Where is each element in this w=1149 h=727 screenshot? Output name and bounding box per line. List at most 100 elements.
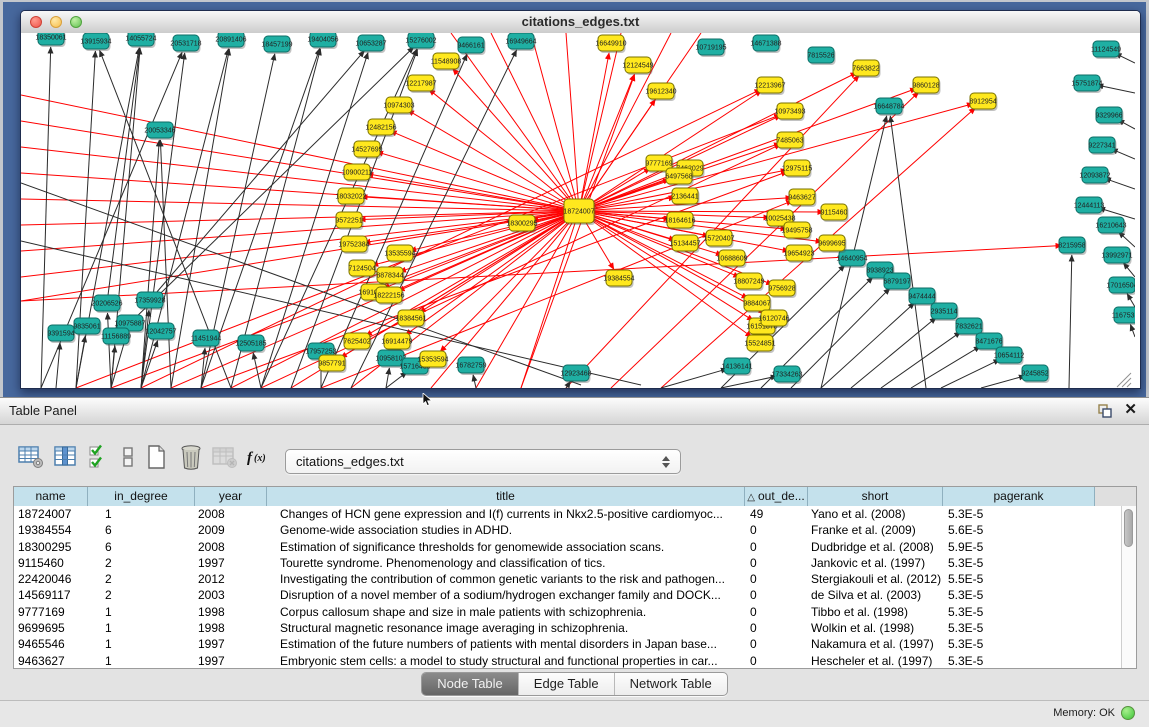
table-selector-dropdown[interactable]: citations_edges.txt (285, 449, 681, 474)
graph-node[interactable]: 19654923 (783, 245, 814, 263)
graph-node[interactable]: 14136141 (721, 358, 752, 376)
graph-node[interactable]: 18164616 (664, 212, 695, 230)
close-panel-icon[interactable]: ✕ (1124, 401, 1137, 419)
graph-node[interactable]: 10653287 (355, 35, 386, 53)
graph-node[interactable]: 16914479 (381, 333, 412, 351)
scrollbar-thumb[interactable] (1124, 509, 1133, 547)
graph-node[interactable]: 12213967 (754, 77, 785, 95)
graph-node[interactable]: 12042757 (145, 323, 176, 341)
graph-node[interactable]: 17016504 (1106, 277, 1135, 295)
column-header-title[interactable]: title (267, 487, 745, 506)
show-columns-button[interactable] (50, 444, 80, 472)
graph-node[interactable]: 17334263 (771, 366, 802, 384)
graph-node[interactable]: 2935114 (931, 303, 959, 321)
graph-node[interactable]: 12093872 (1079, 167, 1110, 185)
graph-node[interactable]: 16120746 (758, 310, 789, 328)
graph-node[interactable]: 16649910 (595, 35, 626, 53)
graph-node[interactable]: 13915934 (80, 33, 111, 51)
graph-node[interactable]: 11675313 (1112, 307, 1135, 325)
graph-node[interactable]: 8878344 (376, 267, 404, 285)
graph-node[interactable]: 10654112 (994, 347, 1025, 365)
graph-node[interactable]: 14527699 (351, 141, 382, 159)
select-columns-button[interactable] (84, 444, 114, 472)
graph-node[interactable]: 15276002 (405, 33, 436, 50)
graph-node[interactable]: 16648784 (873, 98, 904, 116)
graph-node[interactable]: 16210643 (1095, 217, 1126, 235)
graph-node[interactable]: 8215958 (1058, 237, 1086, 255)
graph-node[interactable]: 18032022 (335, 188, 366, 206)
graph-node[interactable]: 14671388 (750, 35, 781, 53)
graph-node[interactable]: 7124504 (348, 260, 376, 278)
memory-status-icon[interactable] (1121, 706, 1135, 720)
table-row[interactable]: 2242004622012Investigating the contribut… (14, 571, 1121, 587)
tab-network-table[interactable]: Network Table (614, 673, 727, 695)
graph-node[interactable]: 18350061 (35, 33, 66, 47)
tab-edge-table[interactable]: Edge Table (518, 673, 614, 695)
graph-node[interactable]: 18300295 (506, 215, 537, 233)
graph-node[interactable]: 8912954 (969, 93, 997, 111)
graph-node[interactable]: 13535594 (384, 245, 415, 263)
table-row[interactable]: 977716911998Corpus callosum shape and si… (14, 604, 1121, 620)
graph-node[interactable]: 19612340 (645, 83, 676, 101)
graph-node[interactable]: 20891406 (215, 33, 246, 49)
graph-node[interactable]: 7485063 (776, 132, 804, 150)
graph-node[interactable]: 16782759 (455, 357, 486, 375)
function-builder-button[interactable]: f(x) (244, 444, 274, 472)
graph-node[interactable]: 11548908 (431, 53, 462, 71)
graph-node[interactable]: 15353594 (417, 351, 448, 369)
graph-node[interactable]: 19384554 (603, 270, 634, 288)
graph-node[interactable]: 18457199 (261, 36, 292, 54)
graph-node[interactable]: 20206526 (91, 295, 122, 313)
tab-node-table[interactable]: Node Table (422, 673, 518, 695)
graph-node[interactable]: 11451944 (191, 330, 222, 348)
column-header-pagerank[interactable]: pagerank (943, 487, 1095, 506)
graph-node[interactable]: 12444113 (1074, 197, 1105, 215)
graph-node[interactable]: 9391594 (47, 325, 75, 343)
graph-node[interactable]: 15751874 (1071, 75, 1102, 93)
table-mode-button[interactable] (16, 444, 46, 472)
graph-node[interactable]: 10973493 (774, 103, 805, 121)
column-header-out_degree[interactable]: △out_de... (745, 487, 808, 506)
graph-node[interactable]: 11124549 (1091, 41, 1121, 59)
graph-node[interactable]: 15524851 (744, 335, 775, 353)
table-row[interactable]: 946362711997Embryonic stem cells: a mode… (14, 653, 1121, 669)
graph-node[interactable]: 20531718 (170, 35, 201, 53)
graph-node[interactable]: 9835061 (73, 318, 101, 336)
graph-node[interactable]: 9474444 (908, 288, 936, 306)
graph-node[interactable]: 17359928 (134, 292, 165, 310)
table-row[interactable]: 1830029562008Estimation of significance … (14, 539, 1121, 555)
graph-node[interactable]: 10974303 (383, 97, 414, 115)
row-height-button[interactable] (118, 444, 138, 472)
graph-node[interactable]: 16949664 (505, 33, 536, 51)
graph-node[interactable]: 10900211 (342, 164, 373, 182)
graph-node[interactable]: 9860128 (912, 77, 940, 95)
graph-node[interactable]: 9466161 (457, 37, 485, 55)
graph-node[interactable]: 12482156 (365, 119, 396, 137)
graph-node[interactable]: 19495758 (781, 222, 812, 240)
graph-node[interactable]: 9699695 (818, 235, 846, 253)
column-header-in_degree[interactable]: in_degree (88, 487, 195, 506)
table-row[interactable]: 1872400712008Changes of HCN gene express… (14, 506, 1121, 522)
graph-node[interactable]: 6879197 (883, 273, 911, 291)
table-row[interactable]: 1938455462009Genome-wide association stu… (14, 522, 1121, 538)
table-row[interactable]: 911546021997Tourette syndrome. Phenomeno… (14, 555, 1121, 571)
vertical-scrollbar[interactable] (1121, 506, 1136, 668)
graph-node[interactable]: 15720407 (703, 230, 734, 248)
table-row[interactable]: 969969511998Structural magnetic resonanc… (14, 620, 1121, 636)
table-row[interactable]: 946554611997Estimation of the future num… (14, 636, 1121, 652)
graph-node[interactable]: 12124549 (622, 57, 653, 75)
float-panel-icon[interactable] (1097, 403, 1113, 419)
graph-node[interactable]: 18384561 (395, 310, 426, 328)
graph-node[interactable]: 20053346 (144, 122, 175, 140)
graph-node[interactable]: 18222156 (373, 287, 404, 305)
graph-node[interactable]: 18807249 (733, 273, 764, 291)
create-column-button[interactable] (142, 444, 172, 472)
graph-node[interactable]: 9329966 (1095, 107, 1123, 125)
graph-node[interactable]: 12923468 (560, 365, 591, 383)
column-header-year[interactable]: year (195, 487, 267, 506)
graph-node[interactable]: 12975115 (782, 160, 813, 178)
graph-node[interactable]: 19404056 (307, 33, 338, 49)
graph-node[interactable]: 7625402 (343, 333, 371, 351)
graph-node[interactable]: 10719195 (695, 39, 726, 57)
column-header-short[interactable]: short (808, 487, 943, 506)
